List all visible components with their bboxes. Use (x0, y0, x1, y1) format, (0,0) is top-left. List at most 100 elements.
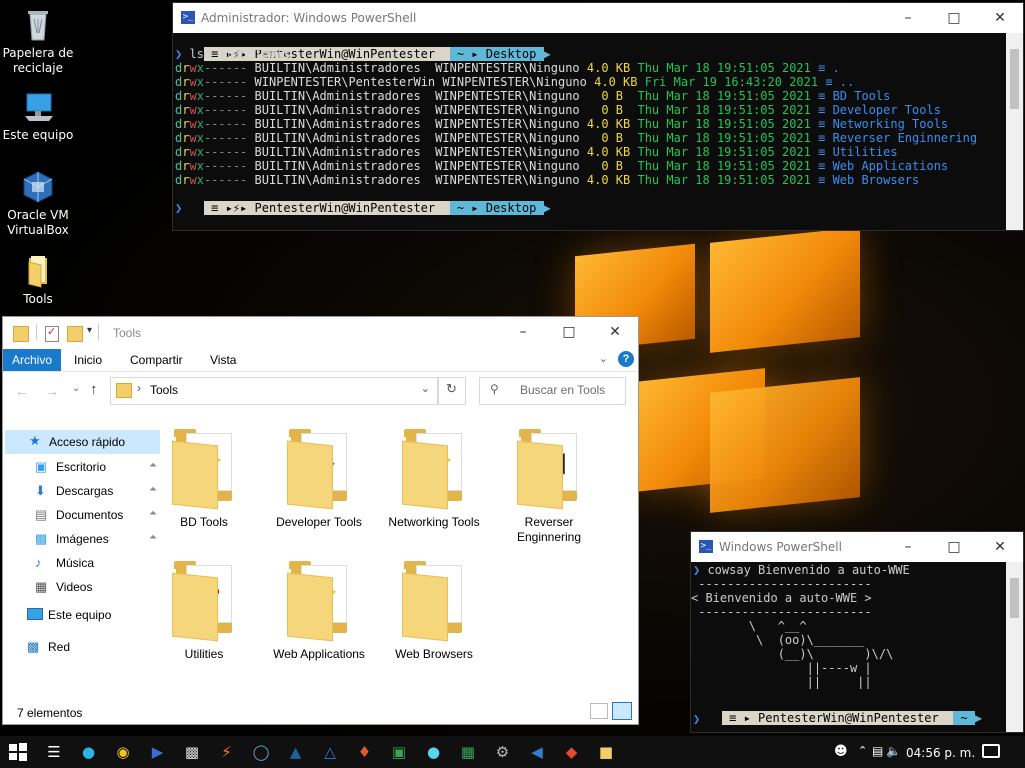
ghidra-icon[interactable]: ▲ (286, 742, 306, 762)
input-line[interactable]: ❯ (693, 712, 700, 726)
help-icon[interactable]: ? (618, 351, 634, 367)
tab-inicio[interactable]: Inicio (65, 349, 111, 371)
ls-size: 4.0 KB (586, 117, 631, 131)
sidebar-item-imagenes[interactable]: ▩ Imágenes ⏶ (35, 530, 157, 548)
folder-icon (116, 383, 132, 398)
network-tool-icon[interactable]: ▦ (458, 742, 478, 762)
volume-icon[interactable]: 🔈 (886, 744, 901, 758)
folder-item[interactable]: ◀ Reverser Enginnering (493, 429, 605, 545)
folder-item[interactable]: ● Web Browsers (378, 561, 490, 662)
sidebar-item-escritorio[interactable]: ▣ Escritorio ⏶ (35, 458, 157, 476)
address-bar[interactable]: › Tools ⌄ (110, 377, 438, 405)
folder-item[interactable]: ◆ Developer Tools (263, 429, 375, 530)
close-button[interactable]: ✕ (977, 532, 1023, 562)
scrollbar-thumb[interactable] (1010, 578, 1019, 618)
people-icon[interactable]: ☻ (834, 744, 848, 759)
ls-name[interactable]: Web Browsers (833, 173, 920, 187)
new-folder-icon[interactable] (67, 326, 83, 342)
vertical-scrollbar[interactable] (1006, 562, 1023, 732)
chevron-up-icon[interactable]: ⌃ (858, 744, 867, 757)
pin-icon[interactable]: ⏶ (149, 532, 157, 543)
ls-date: Thu Mar 18 19:51:05 2021 (637, 61, 811, 75)
clock[interactable]: 04:56 p. m. (906, 746, 975, 760)
ls-name[interactable]: .. (840, 75, 854, 89)
folder-label: Reverser Enginnering (516, 515, 582, 544)
explorer-icon[interactable]: ■ (596, 742, 616, 762)
vscode-icon[interactable]: ◀ (527, 742, 547, 762)
sidebar-item-quick-access[interactable]: ★ Acceso rápido (5, 430, 160, 454)
vertical-scrollbar[interactable] (1006, 33, 1023, 230)
ls-name[interactable]: Utilities (833, 145, 898, 159)
notepad-icon[interactable]: ▣ (389, 742, 409, 762)
properties-icon[interactable]: ✓ (45, 326, 59, 342)
desktop-icon-virtualbox[interactable]: Oracle VM VirtualBox (0, 170, 76, 238)
folder-item[interactable]: ⚡ Web Applications (263, 561, 375, 662)
maximize-button[interactable]: □ (931, 532, 977, 562)
desktop-icon-tools[interactable]: Tools (0, 254, 76, 307)
shield-icon[interactable]: ♦ (355, 742, 375, 762)
input-line[interactable]: ❯ (175, 201, 182, 215)
minimize-button[interactable]: – (500, 317, 546, 347)
details-view-icon[interactable] (590, 703, 608, 719)
forward-arrow-icon[interactable]: → (45, 383, 59, 399)
ls-name[interactable]: Web Applications (833, 159, 949, 173)
ls-name[interactable]: . (833, 61, 840, 75)
git-icon[interactable]: ◆ (562, 742, 582, 762)
powershell-icon[interactable]: ▶ (148, 742, 168, 762)
sidebar-item-descargas[interactable]: ⬇ Descargas ⏶ (35, 482, 157, 500)
ls-name[interactable]: Networking Tools (833, 117, 949, 131)
powershell-window-small[interactable]: >_ Windows PowerShell – □ ✕ ❯ cowsay Bie… (690, 531, 1024, 733)
chrome-icon[interactable]: ◉ (113, 742, 133, 762)
large-icons-view-icon[interactable] (612, 702, 632, 720)
recent-locations-icon[interactable]: ⌄ (72, 383, 80, 394)
folder-item[interactable]: ⚡ BD Tools (148, 429, 260, 530)
sidebar-item-musica[interactable]: ♪ Música (35, 554, 157, 572)
lock-icon[interactable]: ● (424, 742, 444, 762)
sidebar-item-network[interactable]: ▩ Red (27, 638, 157, 656)
ls-name[interactable]: Developer Tools (833, 103, 941, 117)
folder-item[interactable]: ❀ Utilities (148, 561, 260, 662)
wireshark-icon[interactable]: ◯ (251, 742, 271, 762)
refresh-button[interactable]: ↻ (438, 377, 466, 405)
window-titlebar[interactable]: >_ Administrador: Windows PowerShell – □… (173, 3, 1023, 33)
window-titlebar[interactable]: ✓ ▾ Tools – □ ✕ (3, 317, 638, 349)
windows-start-icon[interactable] (8, 742, 28, 762)
minimize-button[interactable]: – (885, 532, 931, 562)
close-button[interactable]: ✕ (977, 3, 1023, 33)
notifications-icon[interactable] (982, 744, 1000, 758)
burp-icon[interactable]: ⚡ (217, 742, 237, 762)
address-dropdown-icon[interactable]: ⌄ (421, 382, 430, 395)
cmd-icon[interactable]: ▩ (182, 742, 202, 762)
powershell-window-main[interactable]: >_ Administrador: Windows PowerShell – □… (172, 2, 1024, 231)
folder-item[interactable]: ⚡ Networking Tools (378, 429, 490, 530)
breadcrumb[interactable]: Tools (150, 383, 178, 397)
scrollbar-thumb[interactable] (1010, 49, 1019, 109)
back-arrow-icon[interactable]: ← (15, 383, 29, 399)
maximize-button[interactable]: □ (546, 317, 592, 347)
task-view-icon[interactable]: ☰ (44, 742, 64, 762)
expand-ribbon-icon[interactable]: ⌄ (599, 352, 608, 365)
gear-icon[interactable]: ⚙ (493, 742, 513, 762)
network-tray-icon[interactable]: ▤ (872, 744, 883, 758)
ls-name[interactable]: BD Tools (833, 89, 891, 103)
tab-vista[interactable]: Vista (201, 349, 245, 371)
ls-name[interactable]: Reverser Enginnering (833, 131, 978, 145)
quick-access-toolbar-dropdown-icon[interactable]: ▾ (87, 325, 92, 336)
tab-archivo[interactable]: Archivo (3, 349, 62, 371)
desktop-icon-this-pc[interactable]: Este equipo (0, 90, 76, 143)
minimize-button[interactable]: – (885, 3, 931, 33)
desktop-icon-recycle-bin[interactable]: Papelera de reciclaje (0, 8, 76, 76)
file-explorer-window[interactable]: ✓ ▾ Tools – □ ✕ Archivo Inicio Compartir… (2, 316, 639, 725)
sidebar-item-this-pc[interactable]: Este equipo (27, 606, 157, 624)
edge-icon[interactable]: ● (79, 742, 99, 762)
window-titlebar[interactable]: >_ Windows PowerShell – □ ✕ (691, 532, 1023, 562)
sidebar-item-documentos[interactable]: ▤ Documentos ⏶ (35, 506, 157, 524)
sidebar-item-videos[interactable]: ▦ Videos (35, 578, 157, 596)
maximize-button[interactable]: □ (931, 3, 977, 33)
up-arrow-icon[interactable]: ↑ (90, 381, 98, 398)
tab-compartir[interactable]: Compartir (121, 349, 192, 371)
breadcrumb-separator-icon: › (137, 381, 141, 395)
close-button[interactable]: ✕ (592, 317, 638, 347)
search-field[interactable]: ⚲ Buscar en Tools (479, 377, 626, 405)
flame-icon[interactable]: △ (320, 742, 340, 762)
